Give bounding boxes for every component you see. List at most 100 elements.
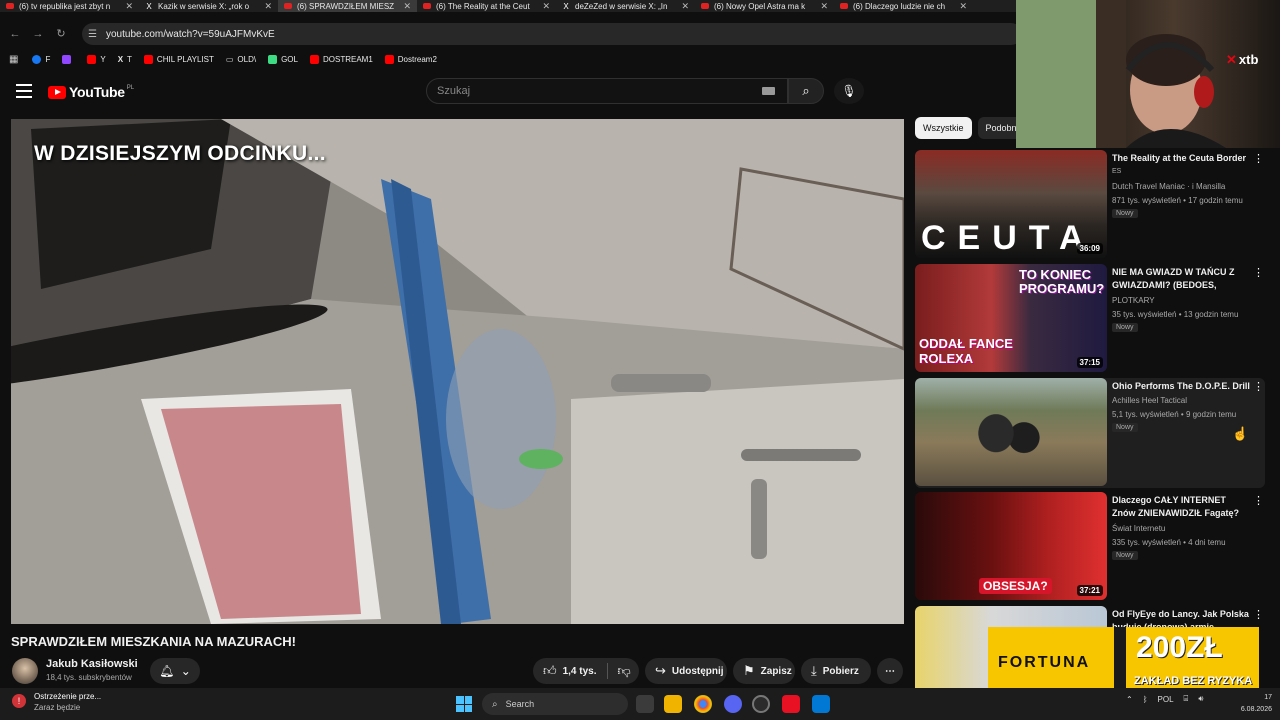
bookmark-item[interactable]: Y [87,54,106,64]
bookmark-item[interactable]: XT [118,55,132,64]
recommendation-title[interactable]: NIE MA GWIAZD W TAŃCU Z GWIAZDAMI? (BEDO… [1112,266,1250,292]
search-icon: ⌕ [802,83,810,98]
close-tab-icon[interactable]: ✕ [264,1,272,12]
recommendation-item[interactable]: TO KONIEC PROGRAMU? ODDAŁ FANCE ROLEXA 3… [915,264,1265,374]
duration-badge: 37:21 [1076,585,1103,596]
more-actions-button[interactable]: ⋯ [877,658,903,684]
bookmark-item[interactable]: CHIL PLAYLIST [143,54,214,64]
bookmark-item[interactable]: GOL [268,54,298,64]
back-arrow-icon[interactable]: ← [7,26,23,42]
browser-tab[interactable]: (6) tv republika jest zbyt n ✕ [0,0,139,12]
network-icon[interactable]: ⌸ [1184,694,1189,704]
kebab-menu-icon[interactable]: ⋮ [1253,380,1264,393]
windows-start-icon[interactable] [456,696,472,712]
site-info-icon[interactable]: ☰ [88,29,100,40]
streamer-webcam [1016,0,1280,148]
recommendation-title[interactable]: Dlaczego CAŁY INTERNET Znów ZNIENAWIDZIŁ… [1112,494,1250,520]
channel-avatar[interactable] [12,658,38,684]
hamburger-menu-icon[interactable] [16,84,32,98]
share-button[interactable]: ↪ Udostępnij [645,658,727,684]
bluetooth-icon[interactable]: ᛒ [1143,695,1148,704]
download-button[interactable]: ⤓ Pobierz [801,658,871,684]
voice-search-button[interactable]: 🎙 [834,78,864,104]
chrome-icon[interactable] [694,695,712,713]
x-icon: X [117,54,124,64]
forward-arrow-icon[interactable]: → [30,26,46,42]
browser-tab[interactable]: X Kazik w serwisie X: „rok o ✕ [139,0,278,12]
recommendation-subtitle: ES [1112,168,1122,175]
duration-badge: 37:15 [1076,357,1103,368]
bookmark-item[interactable]: DOSTREAM1 [309,54,373,64]
bookmark-item[interactable]: Dostream2 [384,54,437,64]
video-thumbnail[interactable] [915,378,1107,486]
apps-grid-icon[interactable]: ▦ [9,54,18,65]
taskbar-notification[interactable]: ! Ostrzeżenie prze... Zaraz będzie [12,692,101,712]
channel-name[interactable]: Jakub Kasiłowski [46,658,138,670]
recommendation-title[interactable]: Ohio Performs The D.O.P.E. Drill [1112,380,1250,393]
video-thumbnail[interactable]: CEUTA 36:09 [915,150,1107,258]
bookmark-item[interactable]: F [32,54,50,64]
kebab-menu-icon[interactable]: ⋮ [1253,266,1264,279]
chevron-up-icon[interactable]: ⌃ [1126,695,1133,704]
youtube-logo[interactable]: YouTube PL [48,84,134,100]
close-tab-icon[interactable]: ✕ [959,1,967,12]
reload-icon[interactable]: ↻ [53,26,69,42]
obs-icon[interactable] [752,695,770,713]
recommendation-channel[interactable]: Achilles Heel Tactical [1112,396,1187,405]
recommendation-channel[interactable]: Dutch Travel Maniac · i Mansilla [1112,182,1225,191]
browser-tab[interactable]: XdeZeZed w serwisie X: „In ✕ [556,0,695,12]
kebab-menu-icon[interactable]: ⋮ [1253,152,1264,165]
dislike-icon[interactable]: 👎︎ [618,663,631,679]
app-red-icon[interactable] [782,695,800,713]
recommendation-channel[interactable]: Świat Internetu [1112,524,1165,533]
close-tab-icon[interactable]: ✕ [820,1,828,12]
close-tab-icon[interactable]: ✕ [125,1,133,12]
thumbnail-caption-top: TO KONIEC PROGRAMU? [1019,267,1105,296]
recommendation-item[interactable]: CEUTA 36:09 The Reality at the Ceuta Bor… [915,150,1265,260]
search-button[interactable]: ⌕ [788,78,824,104]
browser-tab-active[interactable]: (6) SPRAWDZIŁEM MIESZ ✕ [278,0,417,12]
video-player[interactable]: W DZISIEJSZYM ODCINKU... [11,119,904,624]
taskbar-search-input[interactable]: ⌕ Search [482,693,628,715]
app-blue-icon[interactable] [812,695,830,713]
search-input[interactable]: Szukaj [426,78,788,104]
webcam-frame [1016,0,1226,148]
kebab-menu-icon[interactable]: ⋮ [1253,494,1264,507]
recommendation-item-hovered[interactable]: Ohio Performs The D.O.P.E. Drill Achille… [915,378,1265,488]
browser-tab[interactable]: (6) Dlaczego ludzie nie ch ✕ [834,0,973,12]
discord-icon[interactable] [724,695,742,713]
new-badge: Nowy [1112,323,1138,332]
like-icon[interactable]: 👍︎ [543,663,557,679]
file-explorer-icon[interactable] [664,695,682,713]
close-tab-icon[interactable]: ✕ [681,1,689,12]
video-thumbnail[interactable]: OBSESJA? 37:21 [915,492,1107,600]
windows-taskbar: ! Ostrzeżenie prze... Zaraz będzie ⌕ Sear… [0,688,1280,720]
bookmark-item[interactable] [62,54,75,64]
more-icon: ⋯ [885,665,895,677]
address-bar[interactable]: ☰ youtube.com/watch?v=59uAJFMvKvE [82,23,1022,45]
task-view-icon[interactable] [636,695,654,713]
close-tab-icon[interactable]: ✕ [542,1,550,12]
kebab-menu-icon[interactable]: ⋮ [1253,608,1264,621]
new-badge: Nowy [1112,209,1138,218]
keyboard-icon[interactable] [762,87,775,95]
chevron-down-icon: ⌄ [180,664,191,678]
volume-icon[interactable]: 🔊︎ [1198,694,1203,704]
language-indicator[interactable]: POL [1158,695,1174,704]
notification-bell-button[interactable]: 🔔︎ ⌄ [150,658,200,684]
browser-tab[interactable]: (6) The Reality at the Ceut ✕ [417,0,556,12]
recommendation-title[interactable]: The Reality at the Ceuta Border [1112,152,1250,165]
like-count[interactable]: 1,4 tys. [563,666,597,677]
video-thumbnail[interactable]: TO KONIEC PROGRAMU? ODDAŁ FANCE ROLEXA 3… [915,264,1107,372]
bookmark-folder[interactable]: ▭ OLD\ [226,55,256,64]
close-tab-icon[interactable]: ✕ [403,1,411,12]
recommendation-item[interactable]: OBSESJA? 37:21 Dlaczego CAŁY INTERNET Zn… [915,492,1265,602]
recommendation-channel[interactable]: PLOTKARY [1112,296,1155,305]
chip-all[interactable]: Wszystkie [915,117,972,139]
subscriber-count: 18,4 tys. subskrybentów [46,673,132,682]
save-button[interactable]: ⚑ Zapisz [733,658,795,684]
youtube-play-icon [48,85,66,99]
taskbar-clock[interactable]: 17 6.08.2026 [1236,692,1272,716]
xtb-mark-icon: ✕ [1226,52,1237,67]
browser-tab[interactable]: (6) Nowy Opel Astra ma k ✕ [695,0,834,12]
